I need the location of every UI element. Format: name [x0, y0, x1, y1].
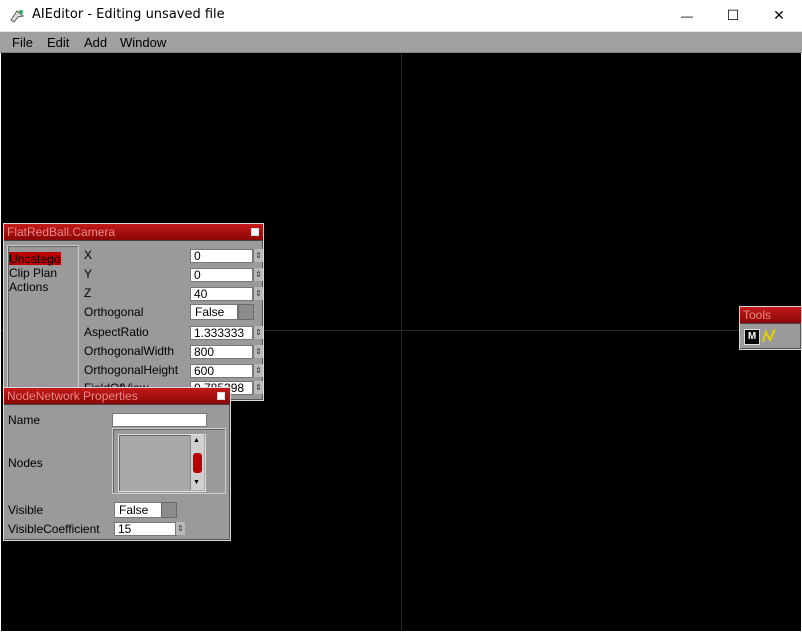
- tools-panel: Tools M: [739, 306, 802, 350]
- nodenetwork-properties-panel: NodeNetwork Properties Name Nodes ▲ ▼ Vi…: [3, 387, 231, 541]
- visiblecoefficient-field[interactable]: 15: [114, 522, 177, 536]
- name-field[interactable]: [112, 413, 207, 427]
- scroll-up-icon[interactable]: ▲: [193, 437, 200, 444]
- visiblecoefficient-spinner[interactable]: ⇕: [175, 522, 185, 535]
- prop-x-label: X: [84, 248, 93, 262]
- prop-orthoheight-field[interactable]: 600: [190, 364, 253, 378]
- visible-combo[interactable]: False: [114, 502, 162, 518]
- visible-dropdown-button[interactable]: [161, 502, 177, 518]
- camera-properties-panel: FlatRedBall.Camera Uncatego Clip Plan Ac…: [3, 223, 264, 401]
- camera-panel-title[interactable]: FlatRedBall.Camera: [4, 224, 263, 241]
- maximize-button[interactable]: ☐: [710, 0, 756, 31]
- visible-label: Visible: [8, 503, 44, 517]
- prop-fov-spinner[interactable]: ⇕: [253, 381, 263, 394]
- maximize-icon: ☐: [726, 7, 740, 23]
- prop-z-field[interactable]: 40: [190, 287, 253, 301]
- node-tool-icon[interactable]: [761, 329, 776, 344]
- scroll-down-icon[interactable]: ▼: [193, 479, 200, 486]
- prop-x-field[interactable]: 0: [190, 249, 253, 263]
- menu-window[interactable]: Window: [120, 35, 166, 50]
- category-clip-plane[interactable]: Clip Plan: [9, 266, 57, 280]
- prop-y-field[interactable]: 0: [190, 268, 253, 282]
- menu-file[interactable]: File: [12, 35, 33, 50]
- prop-orthoheight-label: OrthogonalHeight: [84, 363, 179, 377]
- name-label: Name: [8, 413, 41, 427]
- scroll-thumb[interactable]: [193, 453, 202, 473]
- close-icon: ✕: [773, 7, 785, 23]
- window-title: AIEditor - Editing unsaved file: [32, 7, 225, 22]
- category-uncategorized[interactable]: Uncatego: [9, 252, 60, 266]
- prop-orthowidth-field[interactable]: 800: [190, 345, 253, 359]
- menu-add[interactable]: Add: [84, 35, 107, 50]
- close-button[interactable]: ✕: [756, 0, 802, 31]
- move-tool-icon[interactable]: M: [744, 329, 760, 345]
- prop-z-label: Z: [84, 286, 92, 300]
- minimize-button[interactable]: —: [664, 0, 710, 31]
- prop-orthowidth-label: OrthogonalWidth: [84, 344, 175, 358]
- prop-orthowidth-spinner[interactable]: ⇕: [253, 345, 263, 358]
- prop-aspectratio-spinner[interactable]: ⇕: [253, 326, 263, 339]
- nodenetwork-panel-close-icon[interactable]: [217, 392, 225, 400]
- prop-y-label: Y: [84, 267, 93, 281]
- prop-orthogonal-dropdown-button[interactable]: [238, 304, 254, 320]
- app-icon: [9, 8, 25, 24]
- tools-panel-title[interactable]: Tools: [740, 307, 801, 324]
- visiblecoefficient-label: VisibleCoefficient: [8, 522, 100, 536]
- prop-x-spinner[interactable]: ⇕: [253, 249, 263, 262]
- y-axis-line: [401, 53, 402, 631]
- prop-z-spinner[interactable]: ⇕: [253, 287, 263, 300]
- menu-edit[interactable]: Edit: [47, 35, 69, 50]
- category-actions[interactable]: Actions: [9, 280, 48, 294]
- prop-y-spinner[interactable]: ⇕: [253, 268, 263, 281]
- prop-orthoheight-spinner[interactable]: ⇕: [253, 364, 263, 377]
- nodes-list-scrollbar[interactable]: ▲ ▼: [190, 435, 204, 490]
- nodes-label: Nodes: [8, 456, 43, 470]
- minimize-icon: —: [681, 8, 693, 23]
- prop-aspectratio-label: AspectRatio: [84, 325, 149, 339]
- nodenetwork-panel-title[interactable]: NodeNetwork Properties: [4, 388, 230, 405]
- prop-orthogonal-combo[interactable]: False: [190, 304, 238, 320]
- prop-aspectratio-field[interactable]: 1.333333: [190, 326, 253, 340]
- camera-panel-close-icon[interactable]: [251, 228, 259, 236]
- prop-orthogonal-label: Orthogonal: [84, 305, 144, 319]
